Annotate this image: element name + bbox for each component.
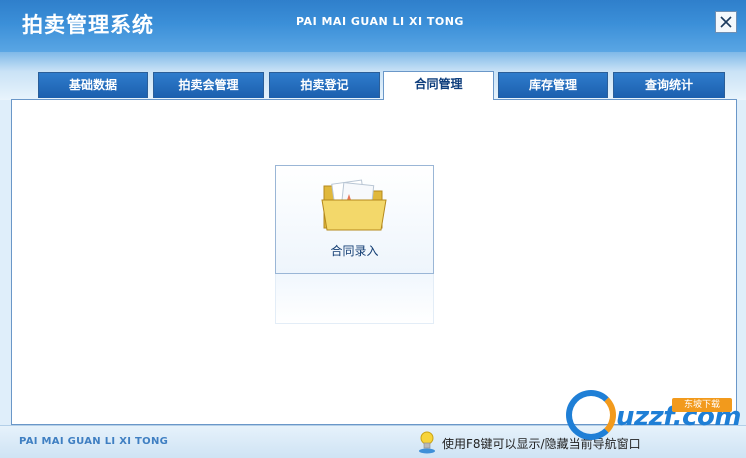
content-panel: 合同录入	[11, 99, 737, 425]
watermark-badge: 东坡下载	[672, 398, 732, 412]
title-bar: 拍卖管理系统 PAI MAI GUAN LI XI TONG	[0, 0, 746, 52]
tab-auction-management[interactable]: 拍卖会管理	[153, 72, 264, 98]
lightbulb-icon	[419, 431, 435, 454]
tab-auction-registration[interactable]: 拍卖登记	[269, 72, 380, 98]
close-icon	[720, 16, 732, 28]
watermark-logo: uzzf.com 东坡下载	[566, 384, 741, 450]
app-title: 拍卖管理系统	[22, 12, 154, 37]
tab-query-statistics[interactable]: 查询统计	[613, 72, 725, 98]
close-button[interactable]	[715, 11, 737, 33]
footer-brand: PAI MAI GUAN LI XI TONG	[19, 436, 169, 447]
watermark-circle	[566, 390, 616, 440]
contract-entry-label: 合同录入	[330, 244, 379, 258]
folder-icon	[321, 179, 387, 231]
tab-inventory-management[interactable]: 库存管理	[498, 72, 608, 98]
card-reflection	[275, 274, 434, 324]
tab-basic-data[interactable]: 基础数据	[38, 72, 148, 98]
tab-contract-management[interactable]: 合同管理	[383, 71, 494, 100]
app-subtitle: PAI MAI GUAN LI XI TONG	[296, 15, 464, 28]
contract-entry-button[interactable]: 合同录入	[275, 165, 434, 274]
